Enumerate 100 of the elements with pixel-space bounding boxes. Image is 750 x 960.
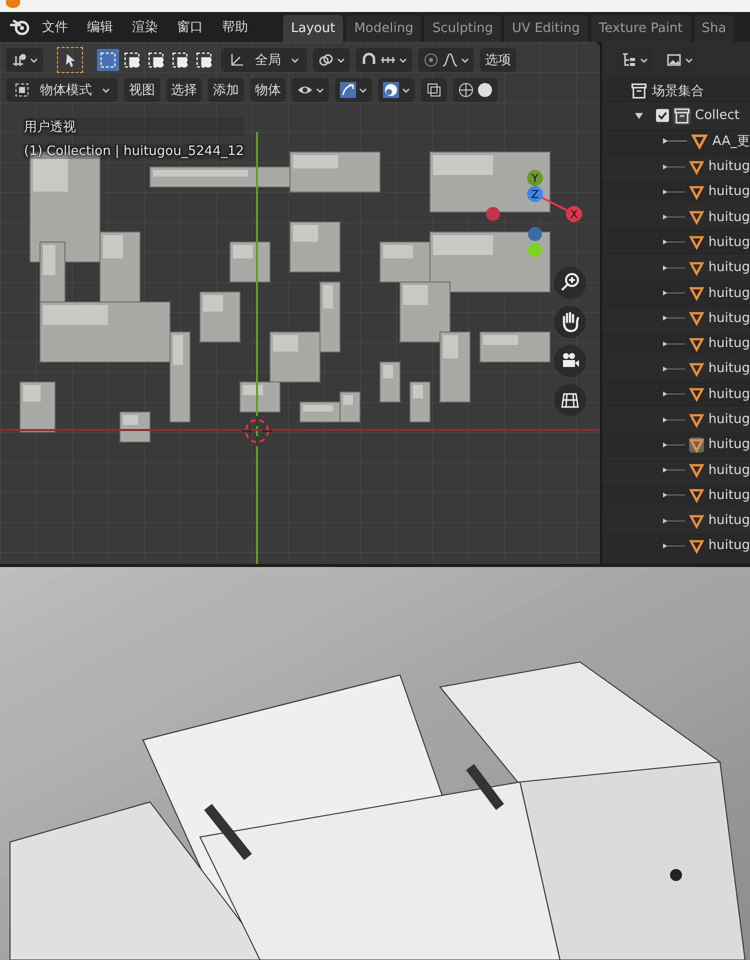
machine-model: [200, 292, 240, 342]
tree-branch-icon[interactable]: [663, 389, 686, 400]
mesh-triangle-icon[interactable]: [689, 385, 704, 404]
checkbox[interactable]: [656, 109, 669, 122]
shading-buttons[interactable]: [453, 78, 498, 102]
hand-icon[interactable]: [554, 306, 586, 338]
mesh-triangle-icon[interactable]: [689, 208, 704, 226]
select-tool-button[interactable]: [57, 47, 83, 73]
mesh-triangle-icon[interactable]: [689, 284, 704, 302]
mode-dropdown[interactable]: 物体模式: [6, 78, 118, 102]
grid-icon[interactable]: [554, 384, 586, 416]
increment-icon: [380, 56, 396, 64]
tree-branch-icon[interactable]: [663, 465, 686, 476]
menu-item[interactable]: 文件: [42, 18, 68, 36]
tree-branch-icon[interactable]: [663, 516, 686, 526]
object-label[interactable]: huitug: [708, 159, 750, 174]
transform-pivot-button[interactable]: [6, 48, 43, 72]
overlay-dropdown[interactable]: [378, 78, 415, 102]
tree-list-icon: [621, 52, 637, 68]
object-label[interactable]: huitug: [708, 210, 750, 225]
collection-label[interactable]: Collect: [695, 108, 740, 124]
machine-model: [480, 332, 550, 362]
mesh-triangle-icon[interactable]: [689, 436, 704, 454]
mesh-triangle-icon[interactable]: [689, 486, 704, 504]
solid-sphere-icon: [477, 82, 493, 98]
visibility-dropdown[interactable]: [292, 78, 329, 102]
collection-box-icon: [673, 106, 691, 125]
object-label[interactable]: huitug: [708, 462, 750, 478]
scene-collection-label[interactable]: 场景集合: [652, 82, 704, 100]
object-label[interactable]: huitug: [708, 310, 750, 326]
selection-mode-icon[interactable]: [97, 49, 119, 71]
zoom-icon[interactable]: [554, 267, 586, 299]
target-icon: [423, 52, 439, 68]
tree-branch-icon[interactable]: [663, 288, 686, 298]
overlay-circles-icon: [383, 82, 399, 98]
workspace-tab[interactable]: Layout: [283, 15, 344, 42]
menu-item[interactable]: 窗口: [177, 18, 203, 36]
header-menu[interactable]: 添加: [208, 78, 244, 102]
xray-button[interactable]: [421, 78, 447, 102]
caret-icon: [402, 88, 410, 92]
tree-branch-icon[interactable]: [663, 262, 686, 273]
object-label[interactable]: huitug: [708, 234, 750, 250]
mesh-triangle-icon[interactable]: [689, 461, 704, 480]
menu-item[interactable]: 渲染: [132, 18, 158, 36]
menu-item[interactable]: 帮助: [222, 18, 248, 36]
tree-branch-icon[interactable]: [663, 440, 686, 450]
machine-model: [20, 382, 56, 432]
object-label[interactable]: huitug: [708, 412, 750, 427]
header-menu[interactable]: 视图: [124, 78, 160, 102]
camera-icon[interactable]: [554, 345, 586, 377]
orientation-dropdown[interactable]: 全局: [221, 48, 307, 72]
tree-branch-icon[interactable]: [663, 338, 686, 349]
workspace-tab[interactable]: UV Editing: [504, 15, 588, 42]
caret-icon: [102, 88, 110, 92]
object-label[interactable]: huitug: [708, 184, 750, 200]
object-label[interactable]: huitug: [708, 513, 750, 528]
snap-button[interactable]: [356, 48, 412, 72]
workspace-tab[interactable]: Modeling: [346, 15, 422, 42]
tree-branch-icon[interactable]: [663, 364, 686, 374]
gizmo-dropdown[interactable]: [335, 78, 372, 102]
header-menu[interactable]: 物体: [250, 78, 286, 102]
object-label[interactable]: huitug: [708, 386, 750, 402]
tree-branch-icon[interactable]: [663, 414, 686, 424]
tree-branch-icon[interactable]: [663, 490, 686, 500]
pivot-dropdown[interactable]: [313, 48, 350, 72]
options-button[interactable]: 选项: [480, 48, 516, 72]
expand-triangle-icon[interactable]: [634, 110, 644, 121]
tree-branch-icon[interactable]: [663, 162, 686, 172]
blender-logo-icon[interactable]: [10, 19, 30, 35]
object-label[interactable]: huitug: [708, 260, 750, 276]
proportional-edit-button[interactable]: [418, 48, 474, 72]
tree-branch-icon[interactable]: [663, 313, 686, 324]
xray-squares-icon: [426, 82, 442, 98]
object-label[interactable]: huitug: [708, 286, 750, 301]
axis-gizmo[interactable]: Y Z X: [486, 169, 583, 259]
tree-branch-icon[interactable]: [663, 540, 686, 551]
object-label[interactable]: huitug: [708, 488, 750, 503]
workspace-tab[interactable]: Sculpting: [424, 15, 502, 42]
object-label[interactable]: huitug: [708, 361, 750, 376]
menu-item[interactable]: 编辑: [87, 18, 113, 36]
object-label[interactable]: huitug: [708, 437, 750, 452]
3d-cursor-icon[interactable]: [242, 416, 272, 446]
image-icon: [666, 52, 682, 68]
workspace-tab[interactable]: Sha: [694, 15, 734, 42]
header-menu[interactable]: 选择: [166, 78, 202, 102]
object-label[interactable]: huitug: [708, 538, 750, 554]
tree-branch-icon[interactable]: [663, 136, 688, 146]
tree-branch-icon[interactable]: [663, 212, 686, 222]
tree-branch-icon[interactable]: [663, 237, 686, 248]
machine-model: [380, 362, 400, 402]
link-icon: [318, 52, 334, 68]
mesh-triangle-icon[interactable]: [691, 132, 708, 150]
object-label[interactable]: huitug: [708, 336, 750, 352]
object-label[interactable]: AA_更: [712, 132, 750, 150]
workspace-tab[interactable]: Texture Paint: [590, 15, 691, 42]
3d-viewport[interactable]: 全局 选项 物体模式 视图 选择 添加 物体 用户透视 (1) Collection | huitugou_5244_12 Y Z X: [0, 42, 600, 564]
caret-icon: [359, 88, 367, 92]
mesh-triangle-icon[interactable]: [689, 309, 704, 328]
tree-branch-icon[interactable]: [663, 186, 686, 197]
mesh-triangle-icon[interactable]: [689, 233, 704, 252]
